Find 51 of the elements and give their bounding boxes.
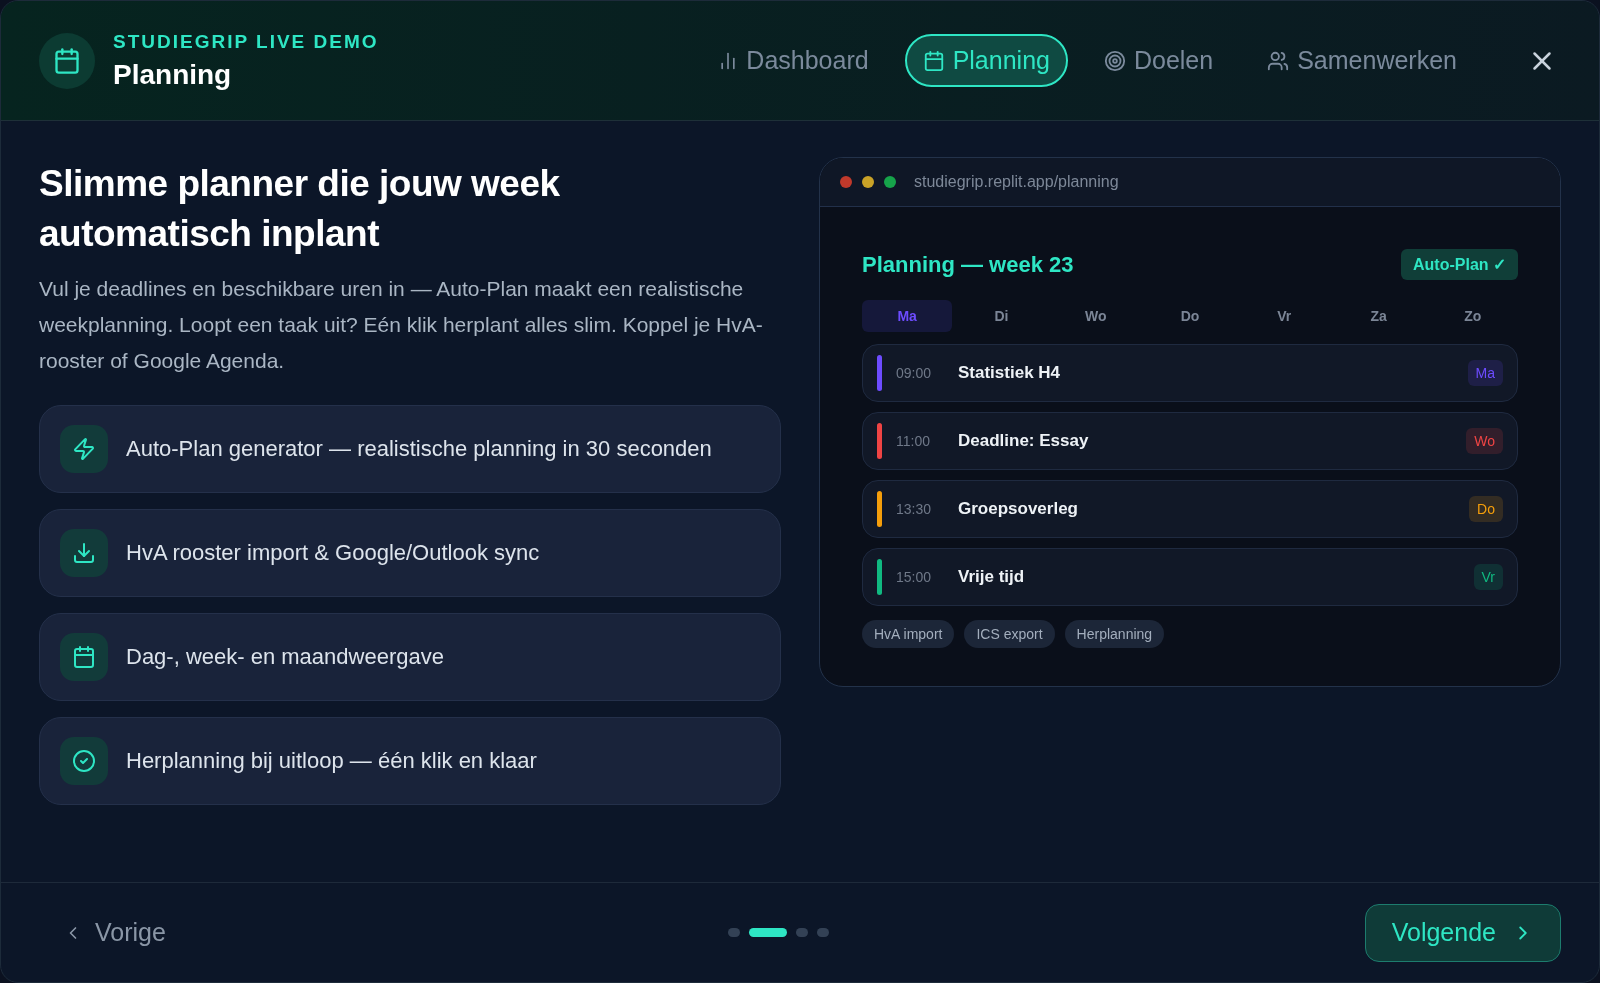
event-time: 15:00	[896, 569, 933, 585]
day-tag: Do	[1469, 496, 1503, 522]
lightning-icon	[72, 437, 96, 461]
users-icon	[1267, 49, 1290, 72]
day-tag: Vr	[1473, 564, 1503, 590]
feature-chip: HvA import	[862, 620, 955, 648]
calendar-icon	[922, 49, 945, 72]
event-title: Groepsoverleg	[958, 499, 1078, 519]
auto-plan-badge: Auto-Plan ✓	[1401, 249, 1518, 280]
day-tab[interactable]: Ma	[862, 300, 953, 332]
event-time: 09:00	[896, 365, 933, 381]
nav-tab[interactable]: Planning	[904, 34, 1068, 87]
next-button[interactable]: Volgende	[1364, 903, 1561, 962]
feature-chip: ICS export	[964, 620, 1055, 648]
window-dot	[840, 176, 852, 188]
window-dot	[884, 176, 896, 188]
day-tab[interactable]: Za	[1333, 300, 1424, 332]
check-circle-icon	[72, 749, 96, 773]
nav-tab[interactable]: Dashboard	[700, 34, 887, 87]
feature-text: HvA rooster import & Google/Outlook sync	[126, 540, 540, 566]
window-dot	[862, 176, 874, 188]
day-tag: Ma	[1467, 360, 1503, 386]
nav-tab[interactable]: Samenwerken	[1249, 34, 1475, 87]
previous-button[interactable]: Vorige	[57, 917, 172, 948]
download-icon	[72, 541, 96, 565]
event-time: 13:30	[896, 501, 933, 517]
feature-text: Herplanning bij uitloop — één klik en klaar	[126, 748, 537, 774]
page-title: Planning	[113, 58, 233, 91]
calendar-icon	[53, 46, 81, 75]
day-tab[interactable]: Wo	[1050, 300, 1141, 332]
brand-label: STUDIEGRIP LIVE DEMO	[113, 30, 379, 53]
event-title: Deadline: Essay	[958, 431, 1089, 451]
day-tab[interactable]: Di	[956, 300, 1047, 332]
url-text: studiegrip.replit.app/planning	[914, 173, 1119, 191]
feature-text: Dag-, week- en maandweergave	[126, 644, 444, 670]
planner-title: Planning — week 23	[862, 251, 1074, 278]
event-title: Vrije tijd	[958, 567, 1025, 587]
calendar-icon	[72, 645, 96, 669]
day-tab[interactable]: Do	[1144, 300, 1236, 332]
event-title: Statistiek H4	[958, 363, 1061, 383]
nav-tab[interactable]: Doelen	[1085, 34, 1232, 87]
intro-paragraph: Vul je deadlines en beschikbare uren in — Auto-Plan maakt een realistische weekplanning. Loopt een taak uit? Eén klik herplant alles slim. Koppel je HvA-rooster of Google Agenda.	[39, 276, 764, 374]
day-tab[interactable]: Vr	[1239, 300, 1330, 332]
day-tag: Wo	[1466, 428, 1503, 454]
target-icon	[1103, 49, 1126, 72]
event-time: 11:00	[896, 433, 931, 449]
day-tab[interactable]: Zo	[1427, 300, 1518, 332]
feature-chip: Herplanning	[1064, 620, 1165, 648]
section-heading: Slimme planner die jouw week automatisch inplant	[39, 162, 561, 256]
feature-text: Auto-Plan generator — realistische planning in 30 seconden	[126, 436, 712, 462]
step-indicator[interactable]	[748, 928, 787, 937]
